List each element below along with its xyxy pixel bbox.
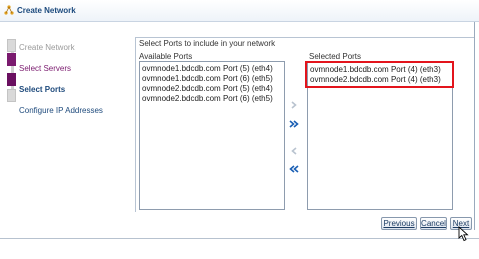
cancel-button[interactable]: Cancel xyxy=(420,217,447,230)
move-all-left-icon xyxy=(289,165,299,173)
instruction-text: Select Ports to include in your network xyxy=(139,39,276,48)
train-step-create-network: Create Network xyxy=(19,43,75,52)
content-left-border xyxy=(135,37,136,212)
available-port-item[interactable]: ovmnode1.bdcdb.com Port (5) (eth4) xyxy=(142,64,273,73)
dialog-right-border xyxy=(474,22,475,230)
train-step-configure-ip[interactable]: Configure IP Addresses xyxy=(19,106,103,115)
mouse-pointer-icon xyxy=(458,226,469,242)
selected-ports-label: Selected Ports xyxy=(309,52,362,61)
selection-highlight-box xyxy=(305,61,454,88)
move-all-right-icon xyxy=(289,120,299,128)
train-step-marker-create-network xyxy=(7,39,16,52)
available-ports-label: Available Ports xyxy=(139,52,193,61)
available-ports-list[interactable]: ovmnode1.bdcdb.com Port (5) (eth4) ovmno… xyxy=(139,61,285,210)
move-left-icon xyxy=(291,147,297,155)
available-port-item[interactable]: ovmnode1.bdcdb.com Port (6) (eth5) xyxy=(142,74,273,83)
move-left-button[interactable] xyxy=(288,145,300,157)
previous-button[interactable]: Previous xyxy=(381,217,417,230)
cancel-button-label: Cancel xyxy=(421,219,446,228)
move-right-button[interactable] xyxy=(288,99,300,111)
content-top-border xyxy=(135,37,474,38)
dialog-title-bar: Create Network xyxy=(0,0,479,22)
train-step-marker-select-servers xyxy=(7,53,16,66)
train-step-marker-select-ports-base xyxy=(7,89,16,102)
train-step-select-servers[interactable]: Select Servers xyxy=(19,64,71,73)
dialog-bottom-border xyxy=(0,238,479,239)
dialog-title: Create Network xyxy=(17,6,76,15)
available-port-item[interactable]: ovmnode2.bdcdb.com Port (5) (eth4) xyxy=(142,84,273,93)
train-step-marker-select-ports xyxy=(7,73,16,86)
train-step-select-ports: Select Ports xyxy=(19,85,66,94)
move-all-right-button[interactable] xyxy=(288,118,300,130)
previous-button-label: Previous xyxy=(383,219,415,228)
network-icon xyxy=(4,5,14,15)
move-all-left-button[interactable] xyxy=(288,163,300,175)
available-port-item[interactable]: ovmnode2.bdcdb.com Port (6) (eth5) xyxy=(142,94,273,103)
move-right-icon xyxy=(291,101,297,109)
